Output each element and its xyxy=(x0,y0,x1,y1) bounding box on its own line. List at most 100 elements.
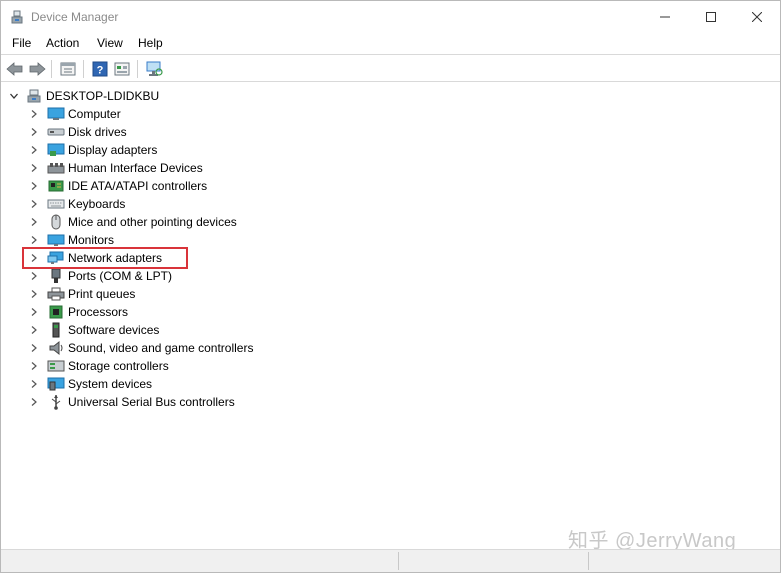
chevron-right-icon[interactable] xyxy=(27,267,41,285)
tree-root-label: DESKTOP-LDIDKBU xyxy=(46,89,160,103)
processor-icon xyxy=(47,304,65,320)
back-icon xyxy=(6,62,23,76)
tree-item[interactable]: Keyboards xyxy=(27,195,125,213)
tree-item[interactable]: Software devices xyxy=(27,321,159,339)
tree-item-label: Monitors xyxy=(68,233,115,247)
chevron-right-icon[interactable] xyxy=(27,321,41,339)
tree-item[interactable]: Human Interface Devices xyxy=(27,159,203,177)
tree-item[interactable]: Display adapters xyxy=(27,141,157,159)
close-button[interactable] xyxy=(734,1,780,33)
tree-item[interactable]: Storage controllers xyxy=(27,357,169,375)
chevron-right-icon[interactable] xyxy=(27,339,41,357)
minimize-button[interactable] xyxy=(642,1,688,33)
computer-root-icon xyxy=(25,88,43,104)
chevron-right-icon[interactable] xyxy=(27,285,41,303)
computer-icon xyxy=(47,106,65,122)
status-separator xyxy=(588,552,589,570)
help-icon: ? xyxy=(92,61,108,77)
menu-help[interactable]: Help xyxy=(135,36,166,50)
svg-text:?: ? xyxy=(97,65,104,77)
ide-controller-icon xyxy=(47,178,65,194)
properties-button[interactable] xyxy=(58,59,78,79)
toolbar-separator xyxy=(137,60,138,78)
chevron-right-icon[interactable] xyxy=(27,195,41,213)
tree-item-label: Display adapters xyxy=(68,143,158,157)
tree-root[interactable]: DESKTOP-LDIDKBU xyxy=(7,87,159,105)
tree-item[interactable]: Ports (COM & LPT) xyxy=(27,267,172,285)
tree-item[interactable]: Universal Serial Bus controllers xyxy=(27,393,235,411)
help-button[interactable]: ? xyxy=(90,59,110,79)
tree-item-label: Processors xyxy=(68,305,129,319)
tree-item[interactable]: Sound, video and game controllers xyxy=(27,339,253,357)
tree-item[interactable]: Print queues xyxy=(27,285,135,303)
back-button[interactable] xyxy=(5,59,25,79)
chevron-right-icon[interactable] xyxy=(27,393,41,411)
tree-item-label: Print queues xyxy=(68,287,136,301)
toolbar-separator xyxy=(51,60,52,78)
status-bar xyxy=(1,549,780,572)
maximize-button[interactable] xyxy=(688,1,734,33)
maximize-icon xyxy=(706,12,716,22)
storage-controller-icon xyxy=(47,358,65,374)
window-title: Device Manager xyxy=(31,10,119,24)
tree-item[interactable]: IDE ATA/ATAPI controllers xyxy=(27,177,207,195)
device-tree: DESKTOP-LDIDKBU Computer Disk drives Dis… xyxy=(3,83,780,547)
tree-item[interactable]: Mice and other pointing devices xyxy=(27,213,237,231)
tree-item-label: IDE ATA/ATAPI controllers xyxy=(68,179,208,193)
chevron-right-icon[interactable] xyxy=(27,177,41,195)
title-bar[interactable]: Device Manager xyxy=(1,1,780,33)
tree-item-label: Keyboards xyxy=(68,197,126,211)
tree-item-label: Mice and other pointing devices xyxy=(68,215,237,229)
tree-item-label: Computer xyxy=(68,107,121,121)
display-adapter-icon xyxy=(47,142,65,158)
view-icon xyxy=(114,62,130,76)
chevron-right-icon[interactable] xyxy=(27,357,41,375)
view-button[interactable] xyxy=(112,59,132,79)
annotation-highlight-box xyxy=(22,247,188,269)
toolbar: ? xyxy=(1,56,780,82)
menu-file[interactable]: File xyxy=(9,36,34,50)
chevron-right-icon[interactable] xyxy=(27,159,41,177)
tree-item[interactable]: Computer xyxy=(27,105,121,123)
sound-icon xyxy=(47,340,65,356)
disk-drive-icon xyxy=(47,124,65,140)
software-device-icon xyxy=(47,322,65,338)
port-icon xyxy=(47,268,65,284)
toolbar-separator xyxy=(83,60,84,78)
mouse-icon xyxy=(47,214,65,230)
keyboard-icon xyxy=(47,196,65,212)
tree-item-label: Sound, video and game controllers xyxy=(68,341,254,355)
tree-item-label: Software devices xyxy=(68,323,160,337)
chevron-right-icon[interactable] xyxy=(27,141,41,159)
monitor-icon xyxy=(47,232,65,248)
forward-button[interactable] xyxy=(27,59,47,79)
scan-hardware-button[interactable] xyxy=(144,59,164,79)
chevron-right-icon[interactable] xyxy=(27,105,41,123)
chevron-right-icon[interactable] xyxy=(27,123,41,141)
tree-item-label: Ports (COM & LPT) xyxy=(68,269,173,283)
tree-item-label: Disk drives xyxy=(68,125,127,139)
usb-icon xyxy=(47,394,65,410)
chevron-right-icon[interactable] xyxy=(27,303,41,321)
tree-item[interactable]: System devices xyxy=(27,375,152,393)
system-device-icon xyxy=(47,376,65,392)
chevron-right-icon[interactable] xyxy=(27,375,41,393)
tree-item[interactable]: Disk drives xyxy=(27,123,127,141)
hid-icon xyxy=(47,160,65,176)
tree-item-label: Storage controllers xyxy=(68,359,169,373)
minimize-icon xyxy=(660,16,670,18)
chevron-right-icon[interactable] xyxy=(27,213,41,231)
device-manager-app-icon xyxy=(9,9,25,25)
menu-action[interactable]: Action xyxy=(43,36,82,50)
device-manager-window: Device Manager File Action View Help ? D… xyxy=(0,0,781,573)
tree-item[interactable]: Processors xyxy=(27,303,128,321)
chevron-down-icon[interactable] xyxy=(7,87,21,105)
scan-hardware-icon xyxy=(146,61,163,76)
close-icon xyxy=(752,12,762,22)
tree-item-label: System devices xyxy=(68,377,153,391)
menu-view[interactable]: View xyxy=(94,36,126,50)
menu-bar: File Action View Help xyxy=(1,33,780,55)
printer-icon xyxy=(47,286,65,302)
properties-icon xyxy=(60,62,76,76)
status-separator xyxy=(398,552,399,570)
